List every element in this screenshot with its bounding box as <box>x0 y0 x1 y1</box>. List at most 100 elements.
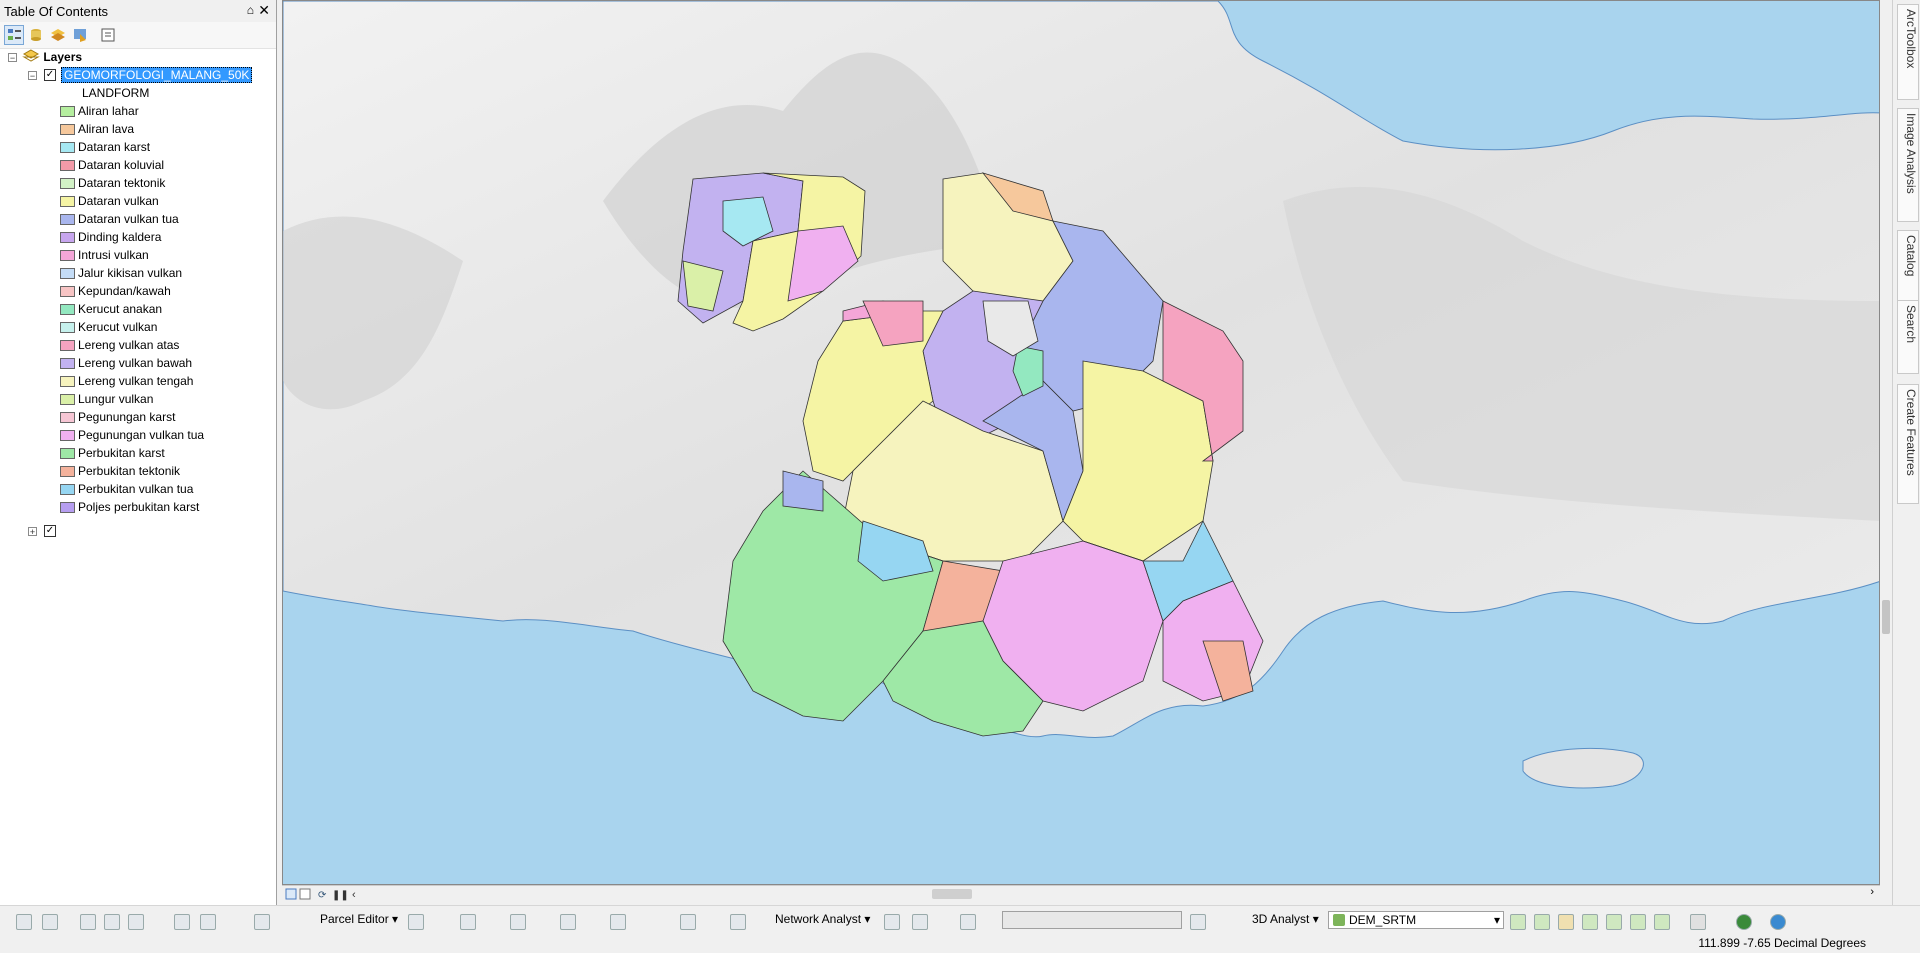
vertical-scroll-thumb[interactable] <box>1882 600 1890 634</box>
legend-swatch[interactable] <box>60 412 75 423</box>
legend-swatch[interactable] <box>60 340 75 351</box>
interpolate-point-icon[interactable] <box>1582 914 1598 930</box>
create-network-location-icon[interactable] <box>912 914 928 930</box>
legend-swatch[interactable] <box>60 358 75 369</box>
list-by-source-icon[interactable] <box>26 25 46 45</box>
network-analyst-menu[interactable]: Network Analyst ▾ <box>775 912 870 926</box>
legend-class-label[interactable]: Perbukitan vulkan tua <box>78 480 193 498</box>
topology-validate-icon[interactable] <box>128 914 144 930</box>
legend-class-label[interactable]: Intrusi vulkan <box>78 246 149 264</box>
toolbar-tool-icon[interactable] <box>254 914 270 930</box>
legend-class-label[interactable]: Lereng vulkan atas <box>78 336 179 354</box>
legend-swatch[interactable] <box>60 322 75 333</box>
legend-swatch[interactable] <box>60 214 75 225</box>
interpolate-line-icon[interactable] <box>1606 914 1622 930</box>
georeference-icon[interactable] <box>174 914 190 930</box>
basemap-visibility-checkbox[interactable]: ✓ <box>44 525 56 537</box>
legend-swatch[interactable] <box>60 376 75 387</box>
fix-topology-icon[interactable] <box>200 914 216 930</box>
legend-swatch[interactable] <box>60 394 75 405</box>
legend-class-label[interactable]: Kerucut anakan <box>78 300 162 318</box>
steepest-path-icon[interactable] <box>1534 914 1550 930</box>
legend-class-label[interactable]: Lereng vulkan bawah <box>78 354 192 372</box>
vertical-scrollbar[interactable] <box>1880 0 1892 885</box>
parcel-tool-icon[interactable] <box>730 914 746 930</box>
legend-class-label[interactable]: Lereng vulkan tengah <box>78 372 193 390</box>
contour-icon[interactable] <box>1510 914 1526 930</box>
legend-swatch[interactable] <box>60 268 75 279</box>
legend-swatch[interactable] <box>60 484 75 495</box>
parcel-tool-icon[interactable] <box>680 914 696 930</box>
close-icon[interactable]: ✕ <box>258 2 270 19</box>
layer-row[interactable]: GEOMORFOLOGI_MALANG_50K <box>61 66 253 84</box>
horizontal-scroll-thumb[interactable] <box>932 889 972 899</box>
edit-vertices-icon[interactable] <box>42 914 58 930</box>
legend-class-label[interactable]: Perbukitan karst <box>78 444 165 462</box>
layout-view-buttons[interactable]: ⟳ ❚❚ ‹ <box>282 886 372 902</box>
parcel-tool-icon[interactable] <box>560 914 576 930</box>
parcel-tool-icon[interactable] <box>510 914 526 930</box>
legend-class-label[interactable]: Dataran koluvial <box>78 156 164 174</box>
legend-swatch[interactable] <box>60 142 75 153</box>
legend-class-label[interactable]: Poljes perbukitan karst <box>78 498 199 516</box>
legend-swatch[interactable] <box>60 124 75 135</box>
layers-root[interactable]: Layers <box>22 48 82 66</box>
legend-class-label[interactable]: Kerucut vulkan <box>78 318 157 336</box>
legend-class-label[interactable]: Dataran vulkan tua <box>78 210 179 228</box>
legend-class-label[interactable]: Dataran vulkan <box>78 192 159 210</box>
tab-catalog[interactable]: Catalog <box>1897 230 1919 306</box>
profile-graph-icon[interactable] <box>1654 914 1670 930</box>
map-view[interactable] <box>282 0 1880 885</box>
network-window-icon[interactable] <box>884 914 900 930</box>
3d-analyst-menu[interactable]: 3D Analyst ▾ <box>1252 912 1319 926</box>
legend-swatch[interactable] <box>60 304 75 315</box>
arcglobe-icon[interactable] <box>1770 914 1786 930</box>
expand-icon[interactable]: + <box>28 527 37 537</box>
parcel-tool-icon[interactable] <box>610 914 626 930</box>
tab-image-analysis[interactable]: Image Analysis <box>1897 108 1919 222</box>
network-dataset-select[interactable] <box>1002 911 1182 929</box>
tab-search[interactable]: Search <box>1897 300 1919 374</box>
layer-name[interactable]: GEOMORFOLOGI_MALANG_50K <box>61 67 253 83</box>
surface-layer-select[interactable]: DEM_SRTM ▾ <box>1328 911 1504 929</box>
topology-icon[interactable] <box>80 914 96 930</box>
legend-swatch[interactable] <box>60 430 75 441</box>
legend-class-label[interactable]: Dinding kaldera <box>78 228 161 246</box>
legend-swatch[interactable] <box>60 106 75 117</box>
select-parcel-icon[interactable] <box>408 914 424 930</box>
legend-class-label[interactable]: Aliran lava <box>78 120 134 138</box>
parcel-tool-icon[interactable] <box>460 914 476 930</box>
line-of-sight-icon[interactable] <box>1558 914 1574 930</box>
create-profile-graph-icon[interactable] <box>1690 914 1706 930</box>
interpolate-polygon-icon[interactable] <box>1630 914 1646 930</box>
legend-swatch[interactable] <box>60 448 75 459</box>
solve-icon[interactable] <box>960 914 976 930</box>
arcscene-icon[interactable] <box>1736 914 1752 930</box>
tab-arctoolbox[interactable]: ArcToolbox <box>1897 4 1919 100</box>
parcel-editor-menu[interactable]: Parcel Editor ▾ <box>320 912 398 926</box>
legend-swatch[interactable] <box>60 250 75 261</box>
scroll-right-icon[interactable]: › <box>1870 886 1874 898</box>
layer-visibility-checkbox[interactable]: ✓ <box>44 69 56 81</box>
legend-swatch[interactable] <box>60 196 75 207</box>
legend-class-label[interactable]: Perbukitan tektonik <box>78 462 180 480</box>
options-icon[interactable] <box>98 25 118 45</box>
legend-swatch[interactable] <box>60 160 75 171</box>
legend-class-label[interactable]: Pegunungan vulkan tua <box>78 426 204 444</box>
list-by-visibility-icon[interactable] <box>48 25 68 45</box>
legend-class-label[interactable]: Dataran tektonik <box>78 174 165 192</box>
legend-class-label[interactable]: Pegunungan karst <box>78 408 175 426</box>
legend-class-label[interactable]: Jalur kikisan vulkan <box>78 264 182 282</box>
list-by-drawing-order-icon[interactable] <box>4 25 24 45</box>
legend-swatch[interactable] <box>60 502 75 513</box>
build-network-icon[interactable] <box>1190 914 1206 930</box>
topology-edit-icon[interactable] <box>104 914 120 930</box>
map-canvas[interactable] <box>283 1 1880 885</box>
list-by-selection-icon[interactable] <box>70 25 90 45</box>
collapse-icon[interactable]: − <box>28 71 37 81</box>
legend-swatch[interactable] <box>60 178 75 189</box>
pin-icon[interactable]: ⌂ <box>247 3 254 17</box>
legend-class-label[interactable]: Kepundan/kawah <box>78 282 171 300</box>
collapse-icon[interactable]: − <box>8 53 17 63</box>
tab-create-features[interactable]: Create Features <box>1897 384 1919 504</box>
